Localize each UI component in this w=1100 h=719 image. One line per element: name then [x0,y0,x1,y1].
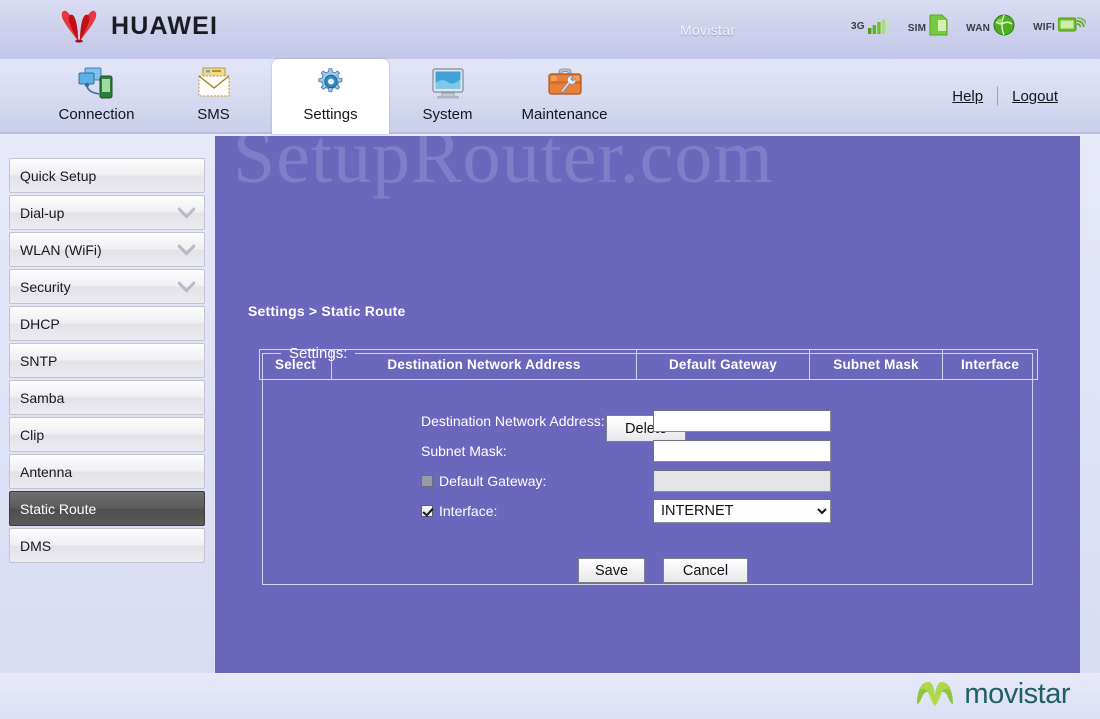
huawei-wordmark: HUAWEI [111,11,219,40]
status-wan: WAN [966,14,1015,36]
field-row-destination-network-address: Destination Network Address: [421,406,831,435]
sidebar-item-label: Antenna [20,463,73,480]
sidebar-item-label: SNTP [20,352,58,369]
chevron-down-icon [178,281,195,292]
sidebar-item-sntp[interactable]: SNTP [9,343,205,378]
status-3g-label: 3G [851,20,865,32]
cancel-button[interactable]: Cancel [663,558,748,583]
logout-link[interactable]: Logout [1012,88,1058,105]
sidebar-item-quick-setup[interactable]: Quick Setup [9,158,205,193]
sidebar-menu: Quick Setup Dial-up WLAN (WiFi) Security… [0,136,214,673]
subnet-mask-label: Subnet Mask: [421,442,507,459]
tab-maintenance[interactable]: Maintenance [506,59,623,134]
field-row-default-gateway: Default Gateway: [421,466,831,495]
save-button[interactable]: Save [578,558,645,583]
tab-sms-label: SMS [197,106,230,123]
sidebar-item-dms[interactable]: DMS [9,528,205,563]
field-row-subnet-mask: Subnet Mask: [421,436,831,465]
sidebar-item-label: Samba [20,389,65,406]
tab-settings-label: Settings [303,106,358,123]
main-content-panel: SetupRouter.com Settings > Static Route … [214,136,1080,673]
huawei-logo: HUAWEI [58,9,218,43]
brand-header-bar: HUAWEI Movistar 3G SIM WAN WIFI [0,0,1100,59]
interface-label-text: Interface: [439,502,498,519]
interface-checkbox[interactable] [421,504,433,517]
tab-system-label: System [422,106,473,123]
status-sim-label: SIM [907,23,927,34]
sidebar-item-label: Quick Setup [20,167,97,184]
default-gateway-label-text: Default Gateway: [439,472,547,489]
sidebar-item-label: Clip [20,426,45,443]
sidebar-item-label: DHCP [20,315,60,332]
tab-sms[interactable]: SMS [155,59,272,134]
envelope-icon [195,65,233,103]
subnet-mask-input[interactable] [653,439,831,462]
status-wan-label: WAN [966,23,991,34]
default-gateway-input[interactable] [653,469,831,492]
carrier-name-label: Movistar [680,22,736,38]
sidebar-item-clip[interactable]: Clip [9,417,205,452]
sidebar-item-label: Static Route [20,500,97,517]
sidebar-item-security[interactable]: Security [9,269,205,304]
destination-network-address-input[interactable] [653,409,831,432]
signal-bars-icon [867,16,890,34]
interface-label: Interface: [421,503,653,519]
sidebar-item-dhcp[interactable]: DHCP [9,306,205,341]
settings-legend: Settings: [289,345,348,362]
interface-select[interactable]: INTERNET [653,498,831,523]
sidebar-item-label: Security [20,278,71,295]
link-divider [997,86,999,106]
connection-devices-icon [78,65,116,103]
wifi-signal-icon [1058,17,1086,32]
movistar-m-icon [917,682,954,706]
field-row-interface: Interface: INTERNET [421,496,831,525]
globe-icon [993,14,1015,36]
toolbox-wrench-icon [546,65,584,103]
footer-bar: movistar [0,673,1100,719]
sidebar-item-dial-up[interactable]: Dial-up [9,195,205,230]
sim-card-icon [929,14,948,36]
movistar-wordmark: movistar [964,677,1070,710]
gear-icon [312,65,350,103]
tab-connection[interactable]: Connection [38,59,155,134]
sidebar-item-samba[interactable]: Samba [9,380,205,415]
sidebar-item-label: DMS [20,537,52,554]
monitor-icon [429,65,467,103]
tab-maintenance-label: Maintenance [521,106,608,123]
sidebar-item-label: Dial-up [20,204,65,221]
main-navigation-bar: Connection SMS Settings System Maintenan… [0,59,1100,134]
nav-tab-list: Connection SMS Settings System Maintenan… [38,59,623,134]
status-wifi-label: WIFI [1033,22,1055,33]
chevron-down-icon [178,207,195,218]
status-3g: 3G [851,16,890,34]
tab-system[interactable]: System [389,59,506,134]
default-gateway-checkbox[interactable] [421,474,433,487]
form-action-buttons: Save Cancel [578,558,748,583]
sidebar-item-wlan-wifi[interactable]: WLAN (WiFi) [9,232,205,267]
header-utility-links: Help Logout [952,86,1058,106]
tab-settings[interactable]: Settings [272,59,389,134]
settings-form: Destination Network Address: Subnet Mask… [421,406,831,526]
settings-fieldset: Settings: Destination Network Address: S… [262,345,1033,585]
destination-network-address-label: Destination Network Address: [421,412,605,429]
site-watermark: SetupRouter.com [233,136,774,199]
status-icon-tray: 3G SIM WAN WIFI [851,14,1086,36]
chevron-down-icon [178,244,195,255]
movistar-logo: movistar [913,676,1070,712]
sidebar-item-label: WLAN (WiFi) [20,241,102,258]
tab-connection-label: Connection [58,106,135,123]
huawei-petal-icon [61,10,97,43]
breadcrumb: Settings > Static Route [248,303,406,319]
help-link[interactable]: Help [952,88,983,105]
sidebar-item-static-route[interactable]: Static Route [9,491,205,526]
default-gateway-label: Default Gateway: [421,473,653,489]
status-wifi: WIFI [1033,15,1086,35]
sidebar-item-antenna[interactable]: Antenna [9,454,205,489]
status-sim: SIM [908,14,948,36]
